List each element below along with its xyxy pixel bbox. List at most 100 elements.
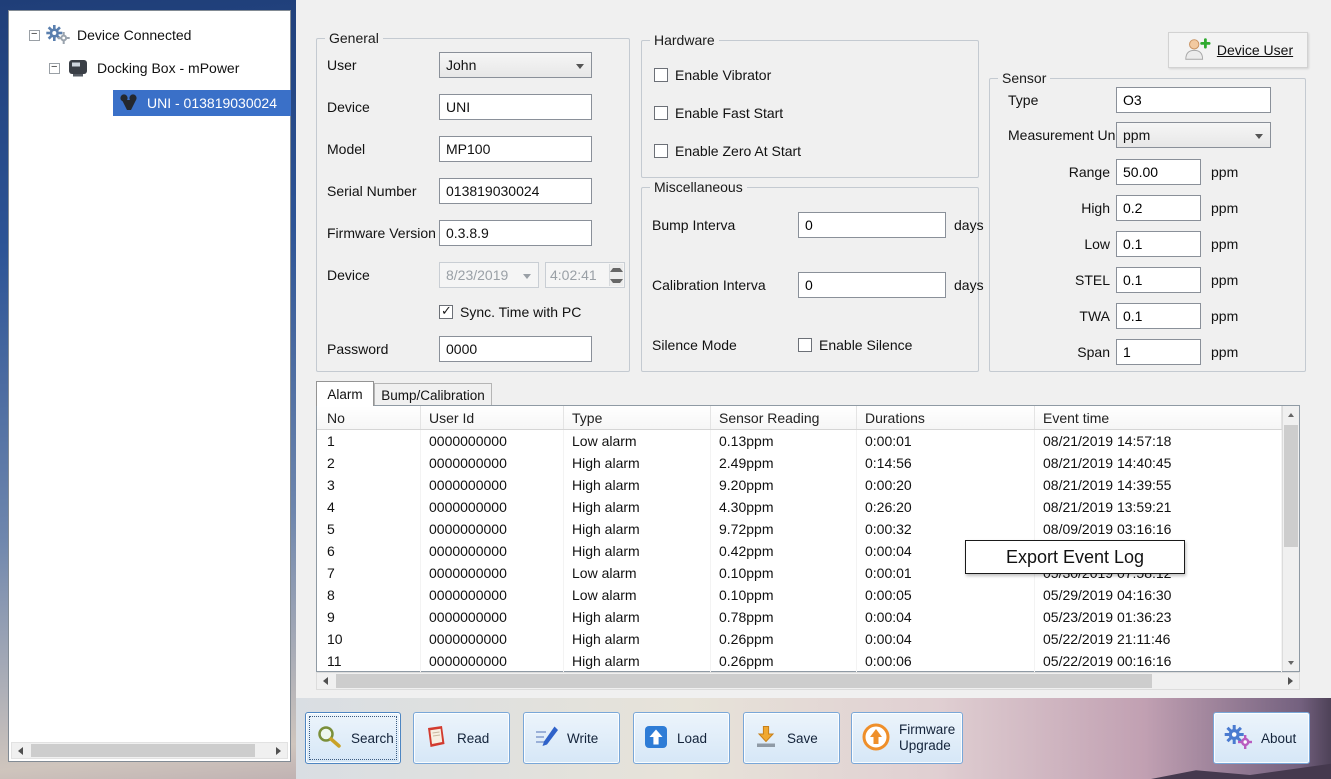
low-alarm-field[interactable] — [1116, 231, 1201, 257]
table-row[interactable]: 90000000000High alarm0.78ppm0:00:0405/23… — [317, 606, 1282, 628]
tree-item-device-connected[interactable]: Device Connected — [29, 23, 191, 47]
write-button[interactable]: Write — [523, 712, 620, 764]
range-label: Range — [990, 164, 1116, 180]
password-field[interactable] — [439, 336, 592, 362]
table-horizontal-scrollbar[interactable] — [316, 672, 1300, 690]
table-row[interactable]: 30000000000High alarm9.20ppm0:00:2008/21… — [317, 474, 1282, 496]
table-row[interactable]: 110000000000High alarm0.26ppm0:00:0605/2… — [317, 650, 1282, 672]
table-cell: 7 — [317, 562, 421, 584]
device-tree-panel: Device Connected Docking Box - mPower — [8, 10, 291, 762]
user-dropdown-value: John — [446, 57, 476, 73]
about-button[interactable]: About — [1213, 712, 1310, 764]
toolbar-strip: Search Read Write — [296, 698, 1331, 779]
enable-zero-at-start-row[interactable]: Enable Zero At Start — [654, 143, 978, 159]
spin-down-icon[interactable] — [610, 275, 623, 286]
table-row[interactable]: 20000000000High alarm2.49ppm0:14:5608/21… — [317, 452, 1282, 474]
firmware-upgrade-button[interactable]: Firmware Upgrade — [851, 712, 963, 764]
twa-label: TWA — [990, 308, 1116, 324]
scroll-down-icon[interactable] — [1283, 654, 1299, 671]
bump-interval-field[interactable] — [798, 212, 946, 238]
search-button[interactable]: Search — [305, 712, 401, 764]
scrollbar-thumb[interactable] — [1284, 425, 1298, 547]
table-row[interactable]: 50000000000High alarm9.72ppm0:00:3208/09… — [317, 518, 1282, 540]
sync-time-row[interactable]: Sync. Time with PC — [439, 304, 629, 320]
scrollbar-thumb[interactable] — [31, 744, 255, 757]
device-time-value: 4:02:41 — [550, 267, 597, 283]
device-field[interactable] — [439, 94, 592, 120]
table-row[interactable]: 10000000000Low alarm0.13ppm0:00:0108/21/… — [317, 430, 1282, 452]
column-header-user-id[interactable]: User Id — [421, 406, 564, 429]
scrollbar-thumb[interactable] — [336, 674, 1152, 688]
tab-alarm[interactable]: Alarm — [316, 381, 374, 406]
groupbox-title: Sensor — [998, 70, 1050, 86]
tree-item-docking-box[interactable]: Docking Box - mPower — [49, 56, 239, 80]
firmware-version-field[interactable] — [439, 220, 592, 246]
tree-collapse-icon[interactable] — [29, 30, 40, 41]
spinner-arrows[interactable] — [609, 264, 623, 286]
table-cell: 0:00:32 — [857, 518, 1035, 540]
serial-number-field[interactable] — [439, 178, 592, 204]
twa-field[interactable] — [1116, 303, 1201, 329]
spin-up-icon[interactable] — [610, 264, 623, 275]
scroll-left-icon[interactable] — [12, 743, 29, 758]
table-cell: 08/09/2019 03:16:16 — [1035, 518, 1282, 540]
save-button[interactable]: Save — [743, 712, 840, 764]
column-header-durations[interactable]: Durations — [857, 406, 1035, 429]
scroll-right-icon[interactable] — [1282, 674, 1299, 689]
range-field[interactable] — [1116, 159, 1201, 185]
table-cell: 3 — [317, 474, 421, 496]
tree-horizontal-scrollbar[interactable] — [11, 742, 288, 759]
load-button[interactable]: Load — [633, 712, 730, 764]
scroll-left-icon[interactable] — [317, 674, 334, 689]
table-vertical-scrollbar[interactable] — [1282, 406, 1299, 671]
table-cell: 0:00:20 — [857, 474, 1035, 496]
search-button-label: Search — [351, 731, 394, 746]
sensor-type-field[interactable] — [1116, 87, 1271, 113]
column-header-no[interactable]: No — [317, 406, 421, 429]
read-button[interactable]: Read — [413, 712, 510, 764]
device-time-spinner[interactable]: 4:02:41 — [545, 262, 625, 288]
event-table-header[interactable]: No User Id Type Sensor Reading Durations… — [317, 406, 1282, 430]
user-dropdown[interactable]: John — [439, 52, 592, 78]
table-row[interactable]: 100000000000High alarm0.26ppm0:00:0405/2… — [317, 628, 1282, 650]
table-cell: 0000000000 — [421, 650, 564, 672]
enable-vibrator-row[interactable]: Enable Vibrator — [654, 67, 978, 83]
tree-item-uni-device[interactable]: UNI - 013819030024 — [113, 90, 291, 116]
table-cell: 9.72ppm — [711, 518, 857, 540]
column-header-type[interactable]: Type — [564, 406, 711, 429]
table-row[interactable]: 80000000000Low alarm0.10ppm0:00:0505/29/… — [317, 584, 1282, 606]
span-unit: ppm — [1211, 344, 1238, 360]
tree-item-label: Docking Box - mPower — [97, 60, 239, 76]
tree-collapse-icon[interactable] — [49, 63, 60, 74]
model-field[interactable] — [439, 136, 592, 162]
table-cell: High alarm — [564, 540, 711, 562]
range-unit: ppm — [1211, 164, 1238, 180]
enable-fast-start-checkbox[interactable] — [654, 106, 668, 120]
export-event-log-button[interactable]: Export Event Log — [965, 540, 1185, 574]
enable-vibrator-checkbox[interactable] — [654, 68, 668, 82]
calibration-interval-field[interactable] — [798, 272, 946, 298]
high-alarm-field[interactable] — [1116, 195, 1201, 221]
scroll-up-icon[interactable] — [1283, 406, 1299, 423]
scroll-right-icon[interactable] — [270, 743, 287, 758]
table-row[interactable]: 40000000000High alarm4.30ppm0:26:2008/21… — [317, 496, 1282, 518]
sync-time-checkbox[interactable] — [439, 305, 453, 319]
enable-zero-at-start-label: Enable Zero At Start — [675, 143, 801, 159]
enable-fast-start-row[interactable]: Enable Fast Start — [654, 105, 978, 121]
device-user-button[interactable]: Device User — [1168, 32, 1308, 68]
tab-bump-calibration[interactable]: Bump/Calibration — [374, 383, 492, 406]
device-date-dropdown[interactable]: 8/23/2019 — [439, 262, 539, 288]
chevron-down-icon — [523, 274, 531, 279]
column-header-event-time[interactable]: Event time — [1035, 406, 1282, 429]
table-cell: 05/22/2019 00:16:16 — [1035, 650, 1282, 672]
measurement-unit-dropdown[interactable]: ppm — [1116, 122, 1271, 148]
enable-zero-at-start-checkbox[interactable] — [654, 144, 668, 158]
stel-field[interactable] — [1116, 267, 1201, 293]
serial-number-label: Serial Number — [327, 183, 439, 199]
table-cell: 2 — [317, 452, 421, 474]
table-cell: 08/21/2019 14:40:45 — [1035, 452, 1282, 474]
low-alarm-label: Low — [990, 236, 1116, 252]
enable-silence-checkbox[interactable] — [798, 338, 812, 352]
column-header-sensor-reading[interactable]: Sensor Reading — [711, 406, 857, 429]
span-field[interactable] — [1116, 339, 1201, 365]
